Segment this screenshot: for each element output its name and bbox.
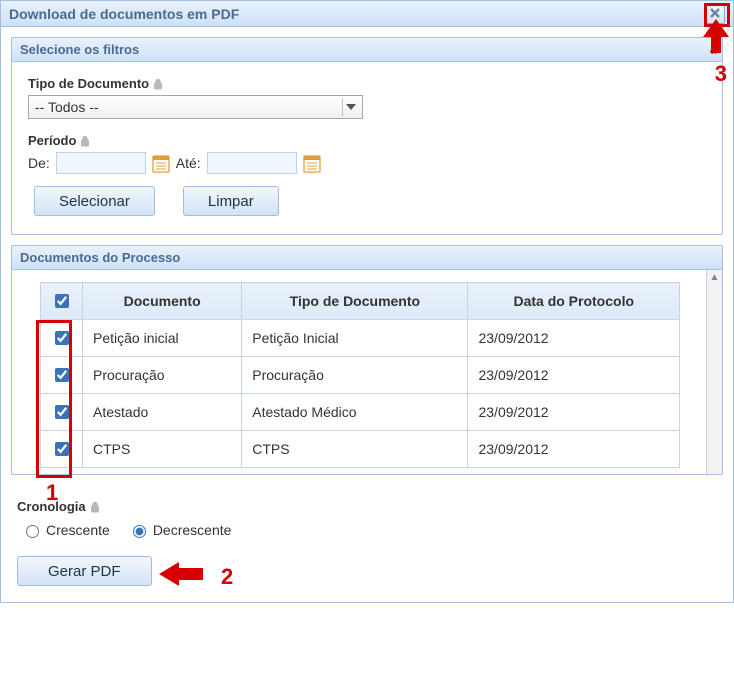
clear-button[interactable]: Limpar <box>183 186 279 216</box>
cell-doc: CTPS <box>83 431 242 468</box>
row-checkbox[interactable] <box>55 405 69 419</box>
cell-date: 23/09/2012 <box>468 357 680 394</box>
type-label: Tipo de Documento <box>28 76 163 91</box>
close-button[interactable] <box>705 4 725 24</box>
lock-icon <box>90 501 100 513</box>
cronologia-options: Crescente Decrescente <box>21 522 723 538</box>
period-from-label: De: <box>28 155 50 171</box>
chevron-down-icon <box>342 98 358 116</box>
date-to-input[interactable] <box>207 152 297 174</box>
radio-asc[interactable]: Crescente <box>21 522 110 538</box>
lock-icon <box>153 78 163 90</box>
filters-header[interactable]: Selecione os filtros « <box>12 38 722 62</box>
radio-asc-input[interactable] <box>26 525 39 538</box>
collapse-icon: « <box>709 42 714 58</box>
period-label: Período <box>28 133 90 148</box>
cronologia-label: Cronologia <box>17 499 100 514</box>
cell-date: 23/09/2012 <box>468 394 680 431</box>
table-row: Procuração Procuração 23/09/2012 <box>41 357 680 394</box>
period-row: De: Até: <box>28 152 712 174</box>
document-type-select[interactable]: -- Todos -- <box>28 95 363 119</box>
cell-date: 23/09/2012 <box>468 431 680 468</box>
documents-header: Documentos do Processo <box>12 246 722 270</box>
row-checkbox[interactable] <box>55 368 69 382</box>
download-pdf-dialog: Download de documentos em PDF 3 Selecion… <box>0 0 734 603</box>
col-doc: Documento <box>83 283 242 320</box>
calendar-icon[interactable] <box>303 153 321 173</box>
radio-desc[interactable]: Decrescente <box>128 522 232 538</box>
col-date: Data do Protocolo <box>468 283 680 320</box>
filters-title: Selecione os filtros <box>20 42 139 57</box>
cell-type: CTPS <box>242 431 468 468</box>
filters-body: Tipo de Documento -- Todos -- Período De… <box>12 62 722 234</box>
documents-table: Documento Tipo de Documento Data do Prot… <box>40 282 680 468</box>
filter-buttons: Selecionar Limpar <box>34 186 712 216</box>
row-checkbox[interactable] <box>55 442 69 456</box>
filters-panel: Selecione os filtros « Tipo de Documento… <box>11 37 723 235</box>
scrollbar[interactable]: ▲ <box>706 270 722 474</box>
table-row: Petição inicial Petição Inicial 23/09/20… <box>41 320 680 357</box>
dialog-titlebar: Download de documentos em PDF <box>1 1 733 27</box>
lock-icon <box>80 135 90 147</box>
dialog-title: Download de documentos em PDF <box>9 6 239 22</box>
document-type-selected: -- Todos -- <box>35 99 99 115</box>
row-checkbox[interactable] <box>55 331 69 345</box>
radio-desc-input[interactable] <box>133 525 146 538</box>
cell-type: Atestado Médico <box>242 394 468 431</box>
select-all-checkbox[interactable] <box>55 294 69 308</box>
cell-type: Petição Inicial <box>242 320 468 357</box>
cell-doc: Procuração <box>83 357 242 394</box>
calendar-icon[interactable] <box>152 153 170 173</box>
period-to-label: Até: <box>176 155 201 171</box>
cell-date: 23/09/2012 <box>468 320 680 357</box>
table-header-row: Documento Tipo de Documento Data do Prot… <box>41 283 680 320</box>
cronologia-block: Cronologia Crescente Decrescente Gerar P… <box>1 485 733 602</box>
select-button[interactable]: Selecionar <box>34 186 155 216</box>
cell-doc: Atestado <box>83 394 242 431</box>
col-type: Tipo de Documento <box>242 283 468 320</box>
annotation-arrow-2 <box>159 560 215 588</box>
table-row: Atestado Atestado Médico 23/09/2012 <box>41 394 680 431</box>
documents-title: Documentos do Processo <box>20 250 180 265</box>
cell-doc: Petição inicial <box>83 320 242 357</box>
documents-table-area: Documento Tipo de Documento Data do Prot… <box>12 270 706 474</box>
table-row: CTPS CTPS 23/09/2012 <box>41 431 680 468</box>
documents-panel: Documentos do Processo Documento Tipo de… <box>11 245 723 475</box>
cell-type: Procuração <box>242 357 468 394</box>
annotation-number-2: 2 <box>221 564 233 590</box>
close-icon <box>709 6 721 22</box>
scroll-up-icon: ▲ <box>710 272 720 283</box>
generate-pdf-button[interactable]: Gerar PDF <box>17 556 152 586</box>
date-from-input[interactable] <box>56 152 146 174</box>
